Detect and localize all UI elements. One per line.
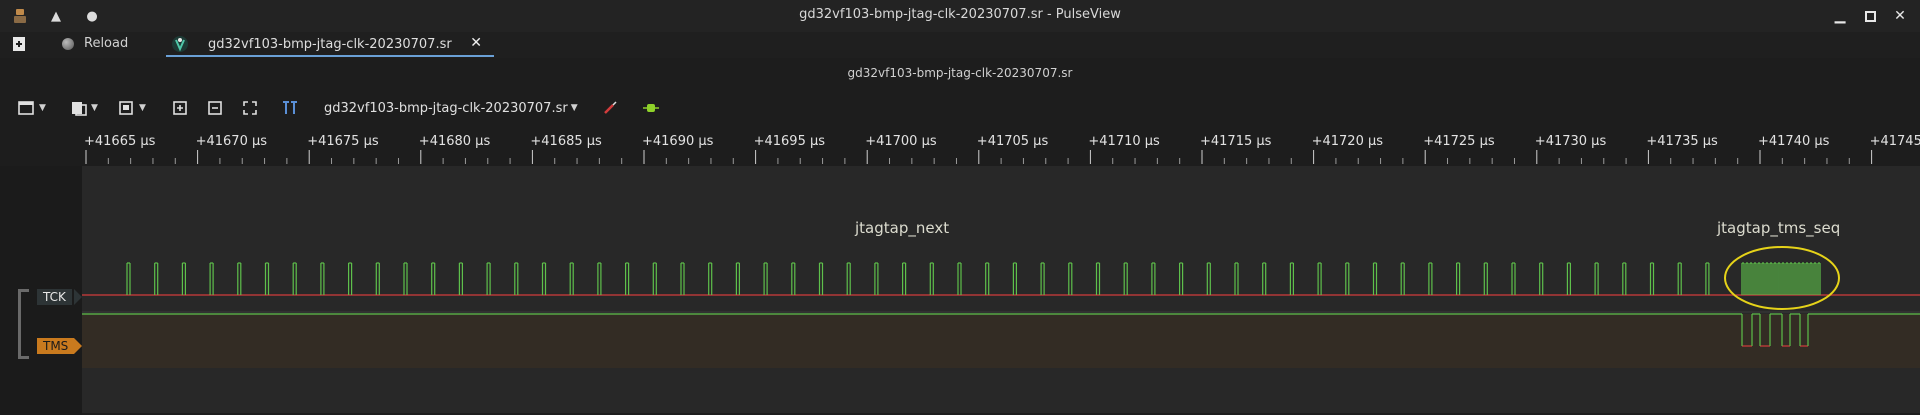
device-selector-label: gd32vf103-bmp-jtag-clk-20230707.sr <box>324 100 568 116</box>
ruler-tick-label: +41735 µs <box>1646 134 1718 149</box>
channels-config-button[interactable] <box>642 98 660 118</box>
zoom-fit-icon <box>243 101 257 115</box>
pulseview-logo-icon <box>172 36 188 52</box>
maximize-icon[interactable] <box>1860 6 1880 26</box>
open-icon <box>18 101 34 115</box>
device-config-button[interactable] <box>602 98 618 118</box>
cursors-icon <box>283 101 297 114</box>
zoom-fit-button[interactable] <box>243 98 257 118</box>
channel-group-bracket <box>18 289 29 359</box>
zoom-out-icon <box>208 101 222 115</box>
tck-label-arrow <box>74 289 82 305</box>
ruler-tick-label: +41670 µs <box>195 134 268 149</box>
session-title: gd32vf103-bmp-jtag-clk-20230707.sr <box>847 66 1073 80</box>
device-chevron-down-icon: ▼ <box>570 103 578 113</box>
probe-icon <box>604 101 617 114</box>
tms-channel-band <box>82 314 1920 368</box>
save-menu-button[interactable]: ▼ <box>70 98 98 118</box>
reload-icon <box>62 37 74 50</box>
ruler-tick-label: +41740 µs <box>1758 134 1830 149</box>
tms-label-arrow <box>74 338 82 354</box>
export-menu-button[interactable]: ▼ <box>118 98 146 118</box>
ruler-tick-label: +41685 µs <box>530 134 602 149</box>
tab-session-label: gd32vf103-bmp-jtag-clk-20230707.sr <box>208 36 452 52</box>
close-window-icon[interactable]: ✕ <box>1890 6 1910 26</box>
ruler-tick-label: +41690 µs <box>642 134 714 149</box>
trace-view[interactable] <box>82 166 1920 413</box>
tab-bar: Reload gd32vf103-bmp-jtag-clk-20230707.s… <box>0 32 1920 58</box>
ruler-tick-label: +41705 µs <box>976 134 1049 149</box>
save-icon <box>72 102 87 116</box>
annotation-jtagtap-tms-seq: jtagtap_tms_seq <box>1717 219 1841 237</box>
window-title: gd32vf103-bmp-jtag-clk-20230707.sr - Pul… <box>799 7 1121 22</box>
reload-label: Reload <box>84 36 129 51</box>
title-bar: ▲ ● gd32vf103-bmp-jtag-clk-20230707.sr -… <box>0 0 1920 32</box>
channel-label-tms[interactable]: TMS <box>37 338 75 354</box>
ruler-tick-label: +41715 µs <box>1200 134 1272 149</box>
new-session-icon <box>13 37 25 51</box>
ruler-tick-label: +41730 µs <box>1534 134 1607 149</box>
zoom-in-button[interactable] <box>173 98 187 118</box>
ruler-tick-label: +41680 µs <box>418 134 491 149</box>
channels-icon <box>643 104 659 112</box>
zoom-out-button[interactable] <box>208 98 222 118</box>
reload-button[interactable]: Reload <box>62 36 128 51</box>
new-session-button[interactable] <box>10 35 28 53</box>
ruler-ticks <box>85 150 1873 164</box>
ruler-tick-label: +41725 µs <box>1423 134 1495 149</box>
waveform-canvas <box>82 246 1920 368</box>
ruler-tick-label: +41745 µs <box>1869 134 1920 149</box>
minimize-icon[interactable]: ▁ <box>1830 6 1850 26</box>
ruler-tick-label: +41700 µs <box>865 134 937 149</box>
ruler-tick-label: +41675 µs <box>307 134 379 149</box>
time-ruler[interactable]: +41665 µs +41670 µs +41675 µs +41680 µs +416… <box>0 130 1920 166</box>
ruler-tick-label: +41720 µs <box>1311 134 1384 149</box>
ruler-tick-label: +41665 µs <box>84 134 156 149</box>
device-selector[interactable]: gd32vf103-bmp-jtag-clk-20230707.sr ▼ <box>324 98 578 118</box>
show-cursors-button[interactable] <box>281 98 299 118</box>
annotation-jtagtap-next: jtagtap_next <box>855 219 950 237</box>
ruler-tick-label: +41710 µs <box>1088 134 1160 149</box>
ruler-tick-label: +41695 µs <box>753 134 826 149</box>
close-tab-icon[interactable]: ✕ <box>470 35 482 51</box>
export-icon <box>119 101 133 115</box>
channel-label-tck[interactable]: TCK <box>37 289 72 305</box>
zoom-in-icon <box>173 101 187 115</box>
main-toolbar: ▼ ▼ ▼ gd32vf103-bmp-jtag-clk-20230707.sr… <box>0 92 1920 126</box>
tab-session-file[interactable]: gd32vf103-bmp-jtag-clk-20230707.sr ✕ <box>166 33 494 57</box>
open-menu-button[interactable]: ▼ <box>18 98 46 118</box>
window-controls: ▁ ✕ <box>1830 6 1910 26</box>
